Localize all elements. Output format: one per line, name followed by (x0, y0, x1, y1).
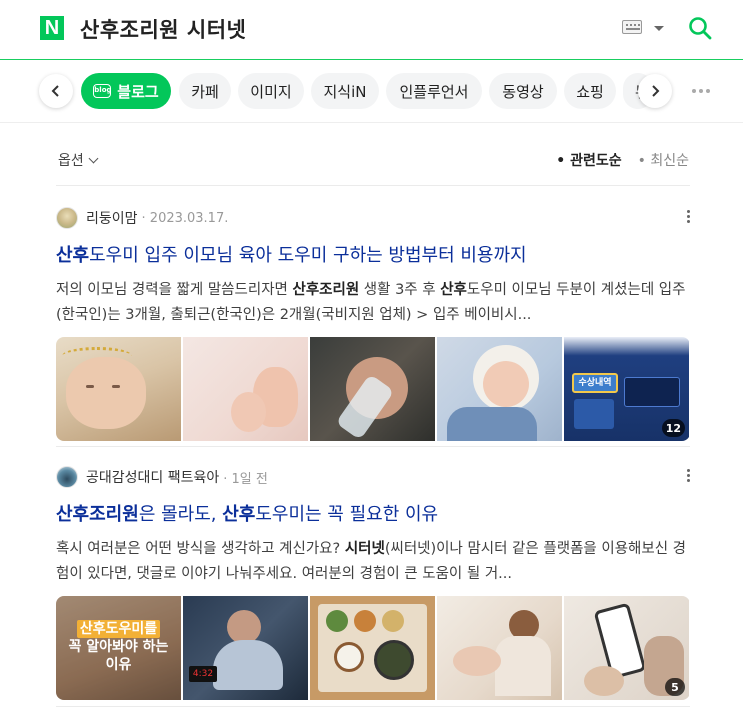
caption-line: 이유 (105, 657, 132, 673)
image-count-badge: 12 (661, 419, 685, 437)
blog-result: 공대감성대디 팩트육아 · 1일 전 산후조리원은 몰라도, 산후도우미는 꼭 … (56, 465, 690, 700)
tab-shopping[interactable]: 쇼핑 (564, 73, 616, 109)
tab-label: 블로그 (117, 82, 159, 101)
tab-label: 지식iN (323, 82, 367, 101)
sort-relevance-label: 관련도순 (570, 153, 622, 169)
post-date: · 1일 전 (223, 471, 268, 487)
image-count-badge: 5 (665, 678, 685, 696)
chevron-down-icon (88, 153, 99, 163)
thumbnail-image[interactable] (310, 596, 435, 700)
highlight: 시터넷 (344, 541, 385, 557)
tab-image[interactable]: 이미지 (238, 73, 304, 109)
sort-latest-label: 최신순 (650, 153, 689, 169)
caption-line: 꼭 알아봐야 하는 (68, 639, 169, 655)
tab-kin[interactable]: 지식iN (311, 73, 379, 109)
desc-text: 저의 이모님 경력을 짧게 말씀드리자면 (56, 282, 293, 298)
chevron-right-icon (652, 85, 660, 97)
blog-icon: blog (93, 84, 112, 98)
search-query[interactable]: 산후조리원 시터넷 (80, 14, 246, 44)
highlight: 산후조리원 (292, 282, 360, 298)
highlight: 산후조리원 (56, 504, 139, 525)
author-avatar[interactable] (56, 207, 78, 229)
divider (56, 446, 690, 447)
logo-letter: N (44, 17, 60, 39)
thumbnail-image[interactable]: 5 (564, 596, 689, 700)
chevron-left-icon (51, 85, 59, 97)
tab-label: 이미지 (250, 82, 292, 101)
highlight: 산후 (56, 245, 90, 266)
sort-latest[interactable]: • 최신순 (638, 150, 689, 170)
desc-text: 혹시 여러분은 어떤 방식을 생각하고 계신가요? (56, 541, 345, 557)
highlight: 산후 (222, 504, 256, 525)
thumbnail-image[interactable] (310, 337, 435, 441)
thumbnail-image[interactable]: 산후도우미를 꼭 알아봐야 하는 이유 (56, 596, 181, 700)
tab-label: 쇼핑 (576, 82, 604, 101)
tab-label: 인플루언서 (399, 82, 469, 101)
author-avatar[interactable] (56, 466, 78, 488)
tab-video[interactable]: 동영상 (489, 73, 557, 109)
title-text: 은 몰라도, (138, 504, 223, 525)
title-text: 도우미 입주 이모님 육아 도우미 구하는 방법부터 비용까지 (89, 245, 527, 266)
options-label: 옵션 (58, 153, 84, 169)
blog-result: 리둥이맘 · 2023.03.17. 산후도우미 입주 이모님 육아 도우미 구… (56, 206, 690, 441)
thumbnail-image[interactable] (437, 596, 562, 700)
more-options-icon[interactable] (687, 210, 690, 223)
search-icon[interactable] (688, 16, 712, 40)
thumbnail-image[interactable]: 수상내역 12 (564, 337, 689, 441)
result-title[interactable]: 산후조리원은 몰라도, 산후도우미는 꼭 필요한 이유 (56, 503, 690, 527)
naver-logo[interactable]: N (40, 16, 64, 40)
divider (56, 185, 690, 186)
title-text: 도우미는 꼭 필요한 이유 (255, 504, 439, 525)
tab-influencer[interactable]: 인플루언서 (386, 73, 482, 109)
result-description[interactable]: 혹시 여러분은 어떤 방식을 생각하고 계신가요? 시터넷(씨터넷)이나 맘시터… (56, 537, 690, 587)
thumbnail-caption: 산후도우미를 꼭 알아봐야 하는 이유 (66, 620, 171, 674)
tab-blog[interactable]: blog 블로그 (81, 73, 171, 109)
author-name[interactable]: 리둥이맘 (86, 208, 138, 228)
thumbnail-image[interactable] (183, 337, 308, 441)
search-header: N 산후조리원 시터넷 (0, 0, 743, 60)
thumbnail-caption: 수상내역 (572, 373, 618, 393)
thumbnail-strip: 수상내역 12 (56, 337, 690, 441)
chevron-down-icon[interactable] (654, 26, 664, 31)
post-date: · 2023.03.17. (141, 210, 229, 226)
author-name[interactable]: 공대감성대디 팩트육아 (86, 467, 219, 487)
thumbnail-strip: 산후도우미를 꼭 알아봐야 하는 이유 4:32 5 (56, 596, 690, 700)
thumbnail-image[interactable]: 4:32 (183, 596, 308, 700)
tabs-prev-button[interactable] (39, 74, 73, 108)
desc-text: 생활 3주 후 (359, 282, 441, 298)
highlight: 산후 (440, 282, 467, 298)
vertical-tabs: blog블로그 카페 이미지 지식iN 인플루언서 동영상 쇼핑 뉴 (0, 61, 743, 123)
tab-cafe[interactable]: 카페 (179, 73, 231, 109)
thumbnail-image[interactable] (56, 337, 181, 441)
tabs-next-button[interactable] (638, 74, 672, 108)
result-description[interactable]: 저의 이모님 경력을 짧게 말씀드리자면 산후조리원 생활 3주 후 산후도우미… (56, 278, 690, 328)
caption-line: 산후도우미를 (76, 620, 161, 638)
more-icon[interactable] (692, 89, 710, 93)
keyboard-icon[interactable] (622, 20, 642, 34)
thumbnail-image[interactable] (437, 337, 562, 441)
result-title[interactable]: 산후도우미 입주 이모님 육아 도우미 구하는 방법부터 비용까지 (56, 244, 690, 268)
options-dropdown[interactable]: 옵션 (58, 150, 99, 170)
sort-relevance[interactable]: • 관련도순 (556, 150, 621, 170)
more-options-icon[interactable] (687, 469, 690, 482)
tab-label: 동영상 (502, 82, 544, 101)
sort-options: • 관련도순 • 최신순 (556, 150, 689, 170)
tab-label: 카페 (191, 82, 219, 101)
divider (56, 706, 690, 707)
